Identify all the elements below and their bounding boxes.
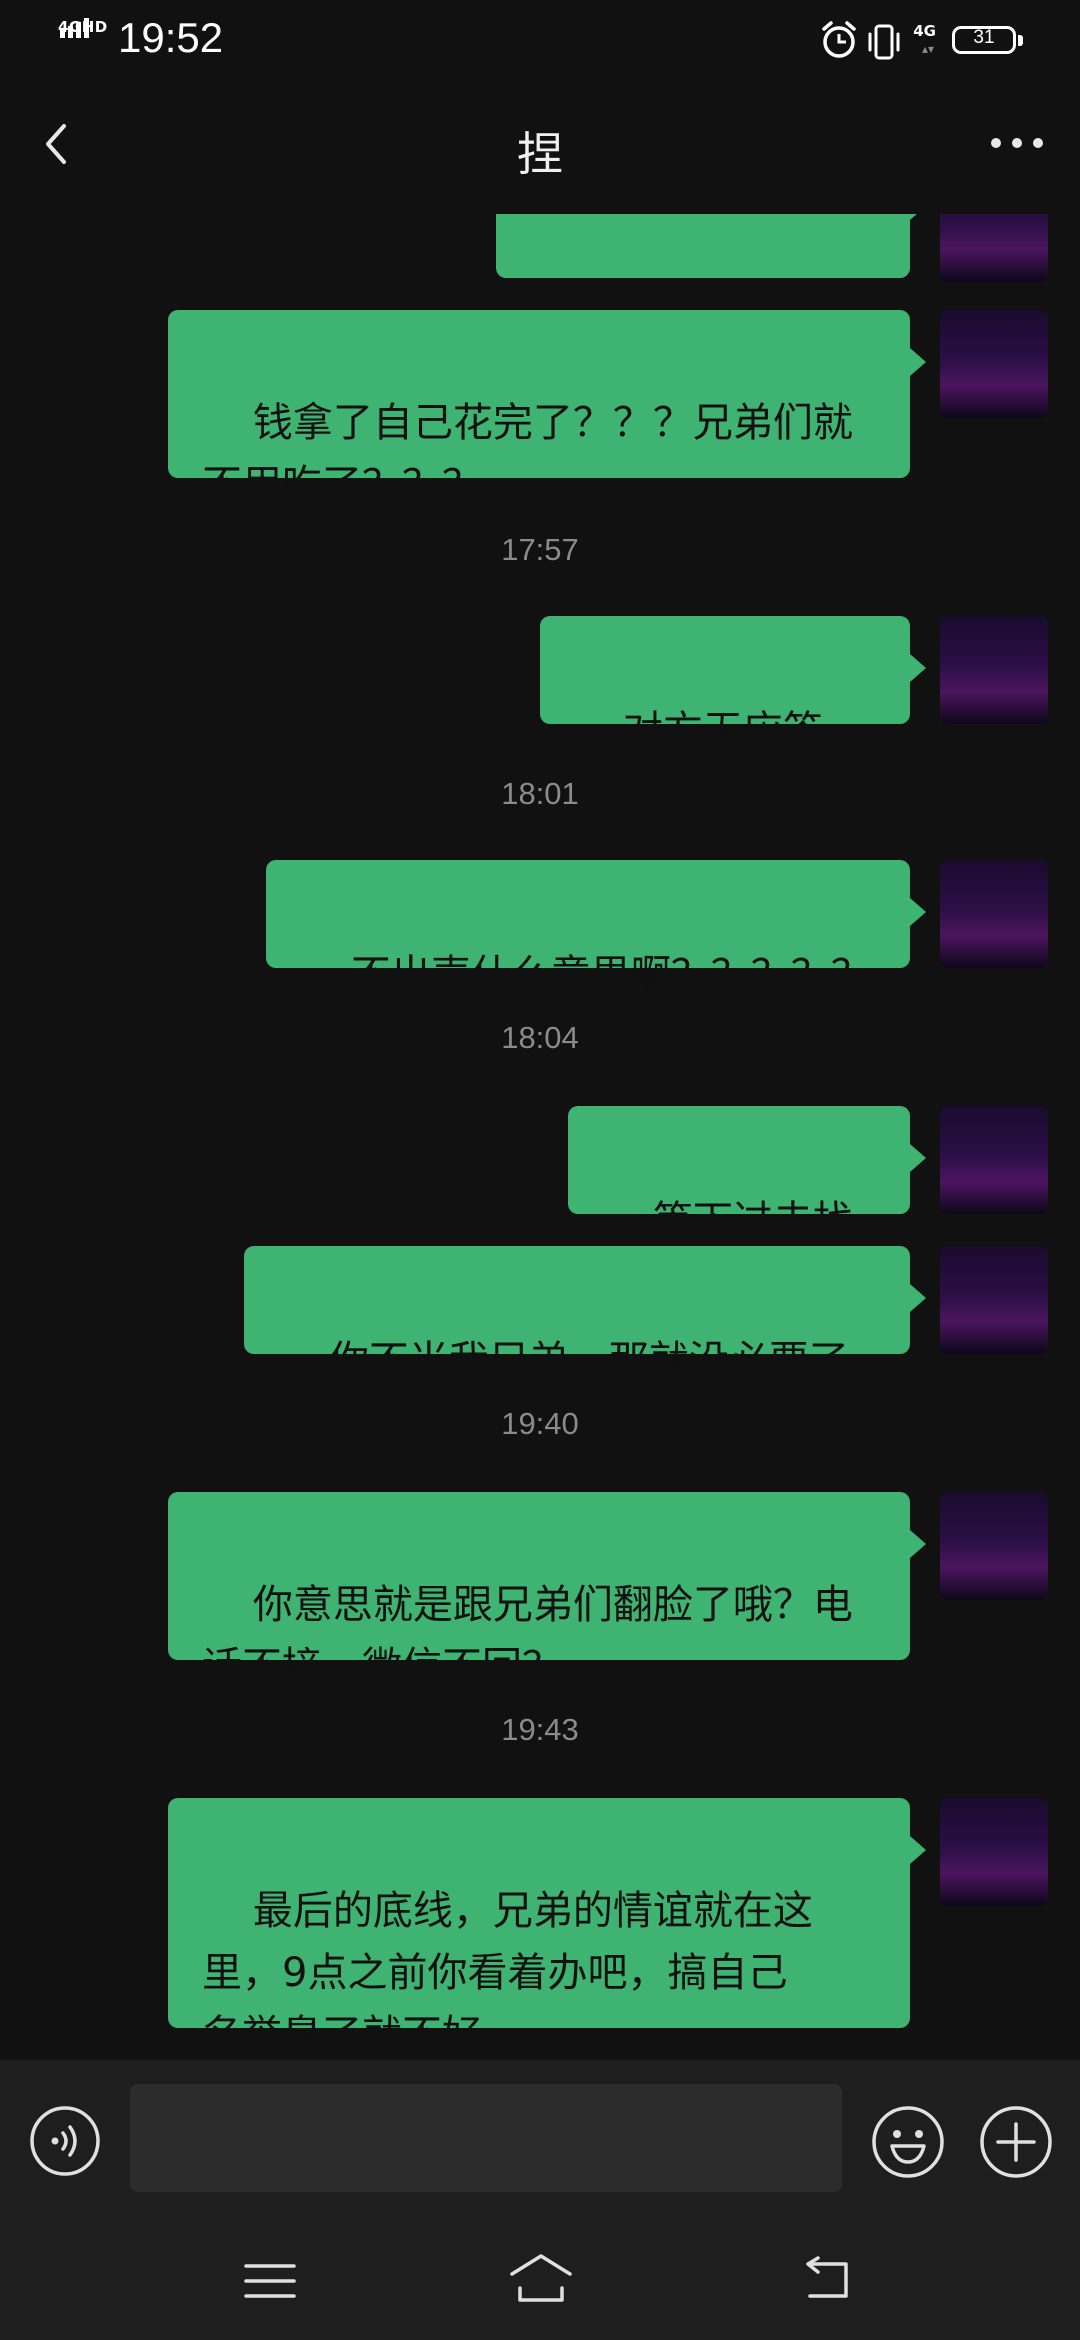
message-input[interactable] xyxy=(130,2084,842,2192)
avatar[interactable] xyxy=(940,1246,1048,1354)
message-text: 不出声什么意思啊？？？？？ xyxy=(350,952,871,998)
avatar[interactable] xyxy=(940,1798,1048,1906)
more-dots-icon[interactable] xyxy=(982,118,1052,168)
battery-icon: 31 xyxy=(952,26,1026,58)
chat-title: 捏 xyxy=(517,127,563,181)
navigation-bar xyxy=(0,2220,1080,2340)
back-icon[interactable] xyxy=(796,2254,856,2304)
alarm-icon xyxy=(822,21,856,58)
cellular-label: 4G xyxy=(913,22,936,40)
message-list[interactable]: ？？？？？？？？ 钱拿了自己花完了？？？兄弟们就 不用吃了？？？ 17:57 对… xyxy=(0,214,1080,2060)
avatar[interactable] xyxy=(940,1106,1048,1214)
message-text: 对方无应答 xyxy=(622,708,823,754)
emoji-icon[interactable] xyxy=(870,2104,946,2180)
timestamp: 18:04 xyxy=(501,1020,579,1055)
data-activity-icon: ▴▾ xyxy=(921,42,934,56)
vibrate-icon xyxy=(868,24,900,60)
battery-level: 31 xyxy=(973,27,995,48)
message-text: 最后的底线，兄弟的情谊就在这 里，9点之前你看着办吧，搞自己 名誉臭了就不好 xyxy=(202,1888,813,2058)
home-icon[interactable] xyxy=(506,2250,576,2306)
avatar[interactable] xyxy=(940,1492,1048,1600)
status-time: 19:52 xyxy=(118,14,224,61)
input-bar xyxy=(0,2060,1080,2220)
network-indicator: 4GHD xyxy=(58,18,108,60)
timestamp: 17:57 xyxy=(501,532,579,567)
avatar[interactable] xyxy=(940,860,1048,968)
message-bubble[interactable]: 等下过去找你 xyxy=(568,1106,926,1306)
status-bar: 4GHD 19:52 4G ▴▾ 31 xyxy=(0,0,1080,84)
message-bubble[interactable]: 你意思就是跟兄弟们翻脸了哦？电 话不接，微信不回？ xyxy=(168,1492,926,1690)
message-text: 钱拿了自己花完了？？？兄弟们就 不用吃了？？？ xyxy=(202,400,853,508)
plus-icon[interactable] xyxy=(978,2104,1054,2180)
message-bubble[interactable]: 不出声什么意思啊？？？？？ xyxy=(266,860,926,998)
chat-header: 捏 xyxy=(0,84,1080,214)
message-bubble[interactable]: 你不当我兄弟，那就没必要了 xyxy=(244,1246,926,1384)
timestamp: 18:01 xyxy=(501,776,579,811)
message-text: 你意思就是跟兄弟们翻脸了哦？电 话不接，微信不回？ xyxy=(202,1582,853,1690)
avatar[interactable] xyxy=(940,616,1048,724)
call-record-bubble[interactable]: 对方无应答 xyxy=(540,616,926,806)
message-text: 你不当我兄弟，那就没必要了 xyxy=(328,1338,849,1384)
message-bubble[interactable]: ？？？？？？？？ xyxy=(496,214,926,382)
message-bubble[interactable]: 钱拿了自己花完了？？？兄弟们就 不用吃了？？？ xyxy=(168,310,926,508)
avatar[interactable] xyxy=(940,214,1048,282)
timestamp: 19:43 xyxy=(501,1712,579,1747)
voice-icon[interactable] xyxy=(28,2104,102,2178)
message-bubble[interactable]: 最后的底线，兄弟的情谊就在这 里，9点之前你看着办吧，搞自己 名誉臭了就不好 xyxy=(168,1798,926,2058)
timestamp: 19:40 xyxy=(501,1406,579,1441)
network-label: 4GHD xyxy=(58,18,108,36)
avatar[interactable] xyxy=(940,310,1048,418)
menu-icon[interactable] xyxy=(240,2256,300,2306)
